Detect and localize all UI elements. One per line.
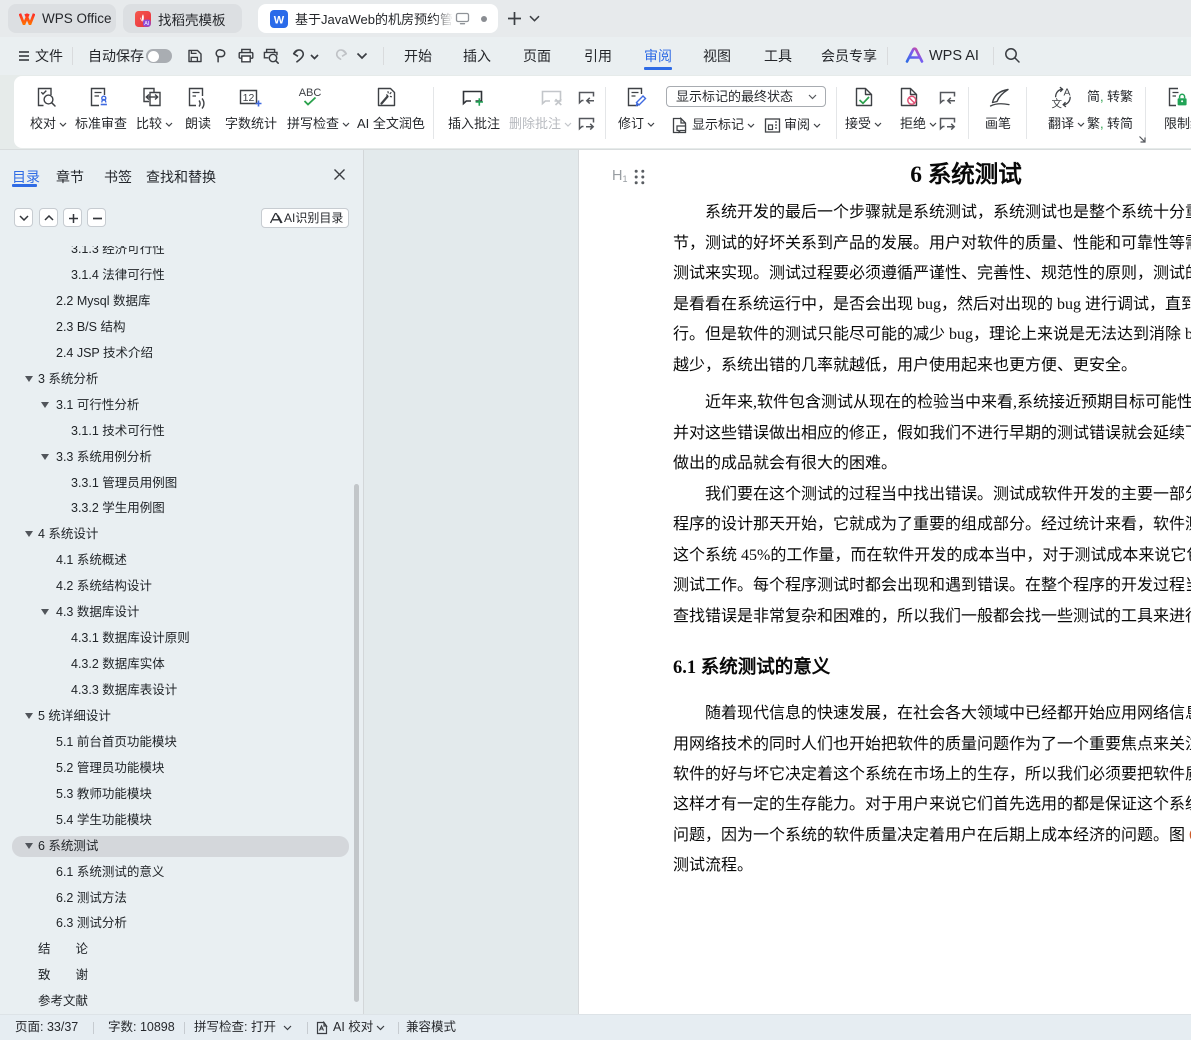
svg-text:ABC: ABC bbox=[299, 87, 322, 99]
svg-text:A: A bbox=[1064, 87, 1071, 99]
svg-text:W: W bbox=[274, 14, 285, 26]
svg-text:AI: AI bbox=[144, 21, 149, 27]
svg-text:12: 12 bbox=[243, 92, 255, 104]
svg-text:文: 文 bbox=[1052, 97, 1063, 109]
